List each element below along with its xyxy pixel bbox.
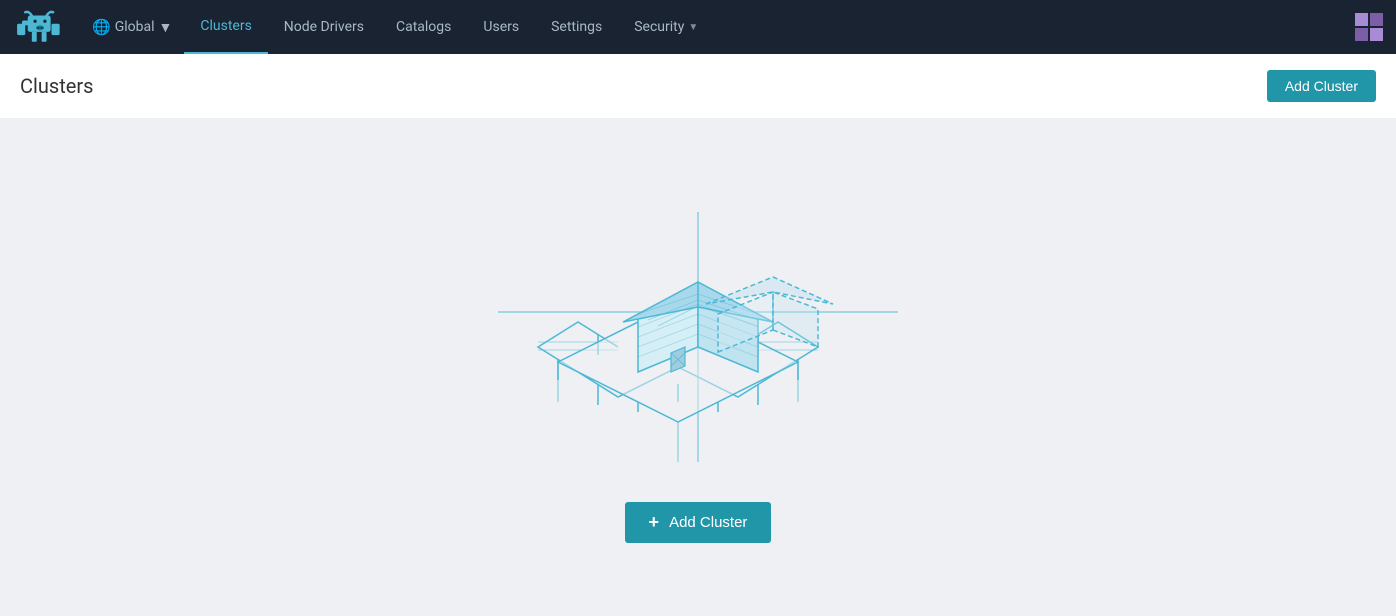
navbar: 🌐 Global ▼ Clusters Node Drivers Catalog… <box>0 0 1396 54</box>
global-chevron-icon: ▼ <box>159 19 173 36</box>
nav-items: Clusters Node Drivers Catalogs Users Set… <box>184 0 1342 54</box>
nav-item-catalogs[interactable]: Catalogs <box>380 0 467 54</box>
nav-right <box>1342 0 1396 54</box>
security-chevron-icon: ▼ <box>688 22 698 33</box>
nav-item-node-drivers[interactable]: Node Drivers <box>268 0 380 54</box>
global-label: Global <box>115 19 155 35</box>
globe-icon: 🌐 <box>92 18 111 36</box>
nav-item-settings[interactable]: Settings <box>535 0 618 54</box>
add-cluster-button-center[interactable]: + Add Cluster <box>625 502 772 543</box>
add-cluster-button-top[interactable]: Add Cluster <box>1267 70 1376 102</box>
page-header: Clusters Add Cluster <box>0 54 1396 118</box>
nav-item-clusters[interactable]: Clusters <box>184 0 267 54</box>
global-selector[interactable]: 🌐 Global ▼ <box>80 0 184 54</box>
user-avatar-button[interactable] <box>1342 0 1396 54</box>
empty-state: + Add Cluster <box>20 192 1376 543</box>
cluster-illustration <box>478 192 918 472</box>
rancher-logo <box>15 9 65 45</box>
nav-item-security[interactable]: Security ▼ <box>618 0 714 54</box>
plus-icon: + <box>649 512 660 533</box>
grid-app-icon <box>1355 13 1383 41</box>
main-content: + Add Cluster <box>0 118 1396 616</box>
nav-item-users[interactable]: Users <box>467 0 535 54</box>
page-title: Clusters <box>20 74 93 98</box>
brand-logo-container[interactable] <box>0 0 80 54</box>
